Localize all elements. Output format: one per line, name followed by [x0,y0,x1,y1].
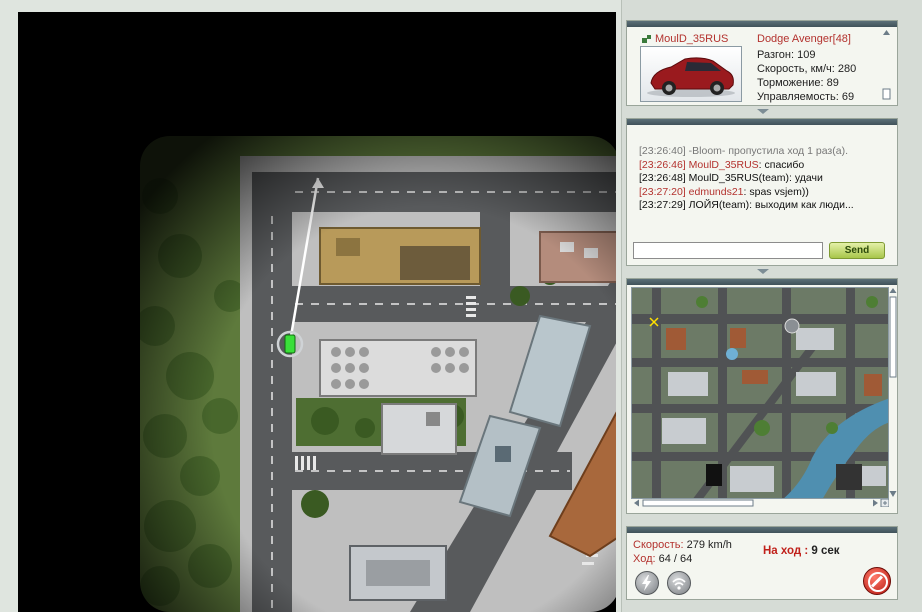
car-picture [647,57,735,97]
panel-header-bar [627,279,897,285]
moves-value: 64 / 64 [658,553,693,565]
scroll-thumb [889,296,897,378]
chat-text: пропустила ход 1 раз(а). [725,145,848,157]
chat-line: [23:27:20] edmunds21: spas vsjem)) [639,186,889,200]
stat-braking: Торможение: 89 [757,77,839,89]
panel-header-bar [627,21,897,27]
car-image [640,46,742,102]
chat-log: [23:26:40] -Bloom- пропустила ход 1 раз(… [639,145,889,213]
turn-timer: На ход : 9 сек [763,545,840,557]
chat-sender[interactable]: ЛОЙЯ(team) [689,199,750,211]
minimap-panel [626,278,898,514]
player-scrollbar[interactable] [882,29,891,103]
player-name[interactable]: MoulD_35RUS [655,33,728,45]
chat-sender[interactable]: edmunds21 [689,186,744,198]
chat-sender[interactable]: MoulD_35RUS(team) [689,172,789,184]
stat-value: 109 [797,49,816,61]
stat-acceleration: Разгон: 109 [757,49,816,61]
building-warehouse [319,227,481,285]
speed-readout: Скорость: 279 km/h [633,539,732,551]
chat-sender[interactable]: MoulD_35RUS [689,159,759,171]
chat-line: [23:26:46] MoulD_35RUS: спасибо [639,159,889,173]
signal-button[interactable] [667,571,691,595]
chat-text: : выходим как люди... [749,199,854,211]
chat-timestamp: [23:27:29] [639,199,686,211]
scroll-thumb [882,88,891,100]
minimap[interactable] [631,287,889,499]
panel-divider-arrow [757,109,769,114]
signal-icon [672,578,686,590]
chat-text: : spas vsjem)) [743,185,809,198]
stat-value: 280 [837,63,857,75]
building-ac-units [319,339,477,397]
car-name: Dodge Avenger[48] [757,33,851,45]
speed-label: Скорость: [633,539,684,551]
stat-value: 69 [841,91,855,103]
stat-label: Скорость, км/ч [757,63,832,75]
building-bottom [349,545,447,601]
player-icon [642,35,651,43]
chat-line: [23:26:48] MoulD_35RUS(team): удачи [639,172,889,186]
panel-header-bar [627,527,897,533]
nitro-button[interactable] [635,571,659,595]
stat-label: Управляемость [757,91,836,103]
moves-readout: Ход: 64 / 64 [633,553,692,565]
send-button[interactable]: Send [829,242,885,259]
chat-line: [23:27:29] ЛОЙЯ(team): выходим как люди.… [639,199,889,213]
lightning-icon [642,575,651,591]
scroll-up-icon [883,30,890,35]
stat-value: 89 [826,77,839,89]
panel-divider-arrow [757,269,769,274]
building-red-roof [539,231,616,283]
stat-label: Разгон [757,49,791,61]
chat-line: [23:26:40] -Bloom- пропустила ход 1 раз(… [639,145,889,159]
game-frame [0,0,622,612]
stat-handling: Управляемость: 69 [757,91,855,103]
scroll-left-icon [634,499,639,507]
chat-timestamp: [23:26:40] [639,145,686,157]
chat-panel: [23:26:40] -Bloom- пропустила ход 1 раз(… [626,118,898,274]
moves-label: Ход: [633,553,656,565]
stat-speed: Скорость, км/ч: 280 [757,63,857,75]
chat-text: : удачи [789,172,823,184]
player-panel: MoulD_35RUS Dodge Avenger[48] Разгон: 10… [626,20,898,114]
chat-text: : спасибо [758,158,805,171]
scroll-up-icon [889,288,897,293]
city-map[interactable] [140,136,616,612]
chat-timestamp: [23:26:48] [639,172,686,184]
minimap-horizontal-scrollbar[interactable] [633,499,889,507]
chat-timestamp: [23:26:46] [639,158,686,171]
speed-value: 279 km/h [686,539,732,551]
city-map-svg [140,136,616,612]
status-panel: Скорость: 279 km/h Ход: 64 / 64 На ход :… [626,526,898,600]
turn-value: 9 сек [811,545,840,557]
minimap-vertical-scrollbar[interactable] [889,287,897,499]
scroll-thumb [642,499,754,507]
chat-input[interactable] [633,242,823,259]
minimap-svg [632,288,888,498]
scroll-down-icon [889,491,897,497]
panel-header-bar [627,119,897,125]
chat-timestamp: [23:27:20] [639,185,686,198]
turn-label: На ход : [763,545,809,557]
game-view[interactable] [18,12,616,612]
stat-label: Торможение [757,77,821,89]
scroll-right-icon [873,499,878,507]
chat-sender: -Bloom- [688,145,726,157]
stop-button[interactable] [863,567,891,595]
building-small-grey [381,403,457,455]
